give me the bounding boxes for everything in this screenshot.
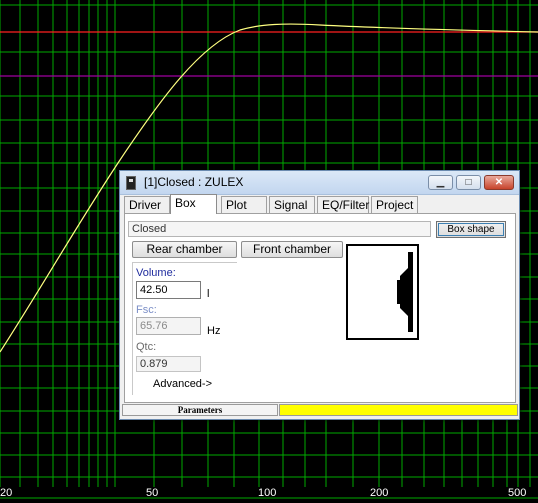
volume-unit: l — [207, 288, 210, 300]
front-chamber-button[interactable]: Front chamber — [241, 241, 343, 258]
x-tick-label: 50 — [146, 487, 159, 499]
x-tick-label: 20 — [0, 487, 13, 499]
x-tick-label: 200 — [370, 487, 389, 499]
status-parameters: Parameters — [122, 404, 278, 416]
tab-signal[interactable]: Signal — [269, 196, 315, 214]
tab-box[interactable]: Box — [170, 194, 217, 214]
tab-project[interactable]: Project — [371, 196, 418, 214]
status-bar: Parameters — [122, 403, 519, 417]
box-type-field[interactable]: Closed — [128, 221, 431, 237]
tab-bar: Driver Box Plot Signal EQ/Filter Project — [124, 194, 516, 214]
tab-driver[interactable]: Driver — [124, 196, 170, 214]
minimize-icon: ▁ — [436, 177, 445, 188]
tab-eq-filter[interactable]: EQ/Filter — [317, 196, 369, 214]
title-bar[interactable]: [1]Closed : ZULEX ▁ □ ✕ — [120, 171, 519, 195]
qtc-value: 0.879 — [136, 356, 201, 372]
advanced-button[interactable]: Advanced-> — [153, 378, 212, 390]
rear-chamber-button[interactable]: Rear chamber — [132, 241, 237, 258]
fsc-unit: Hz — [207, 325, 221, 337]
volume-label: Volume: — [136, 267, 176, 279]
window-title: [1]Closed : ZULEX — [144, 175, 244, 189]
fsc-input: 65.76 — [136, 317, 201, 335]
speaker-driver-icon — [397, 252, 413, 332]
close-button[interactable]: ✕ — [484, 175, 514, 190]
x-tick-label: 100 — [258, 487, 277, 499]
close-icon: ✕ — [494, 177, 504, 188]
maximize-icon: □ — [465, 177, 472, 188]
app-icon — [126, 176, 136, 190]
x-tick-label: 500 — [508, 487, 527, 499]
maximize-button[interactable]: □ — [456, 175, 481, 190]
fsc-label: Fsc: — [136, 304, 157, 316]
status-indicator — [279, 404, 518, 416]
qtc-label: Qtc: — [136, 341, 157, 353]
tab-plot[interactable]: Plot — [221, 196, 267, 214]
minimize-button[interactable]: ▁ — [428, 175, 453, 190]
box-dialog: [1]Closed : ZULEX ▁ □ ✕ Driver Box Plot … — [119, 170, 520, 420]
volume-input[interactable]: 42.50 — [136, 281, 201, 299]
box-shape-button[interactable]: Box shape — [436, 221, 506, 238]
box-diagram — [346, 244, 419, 340]
